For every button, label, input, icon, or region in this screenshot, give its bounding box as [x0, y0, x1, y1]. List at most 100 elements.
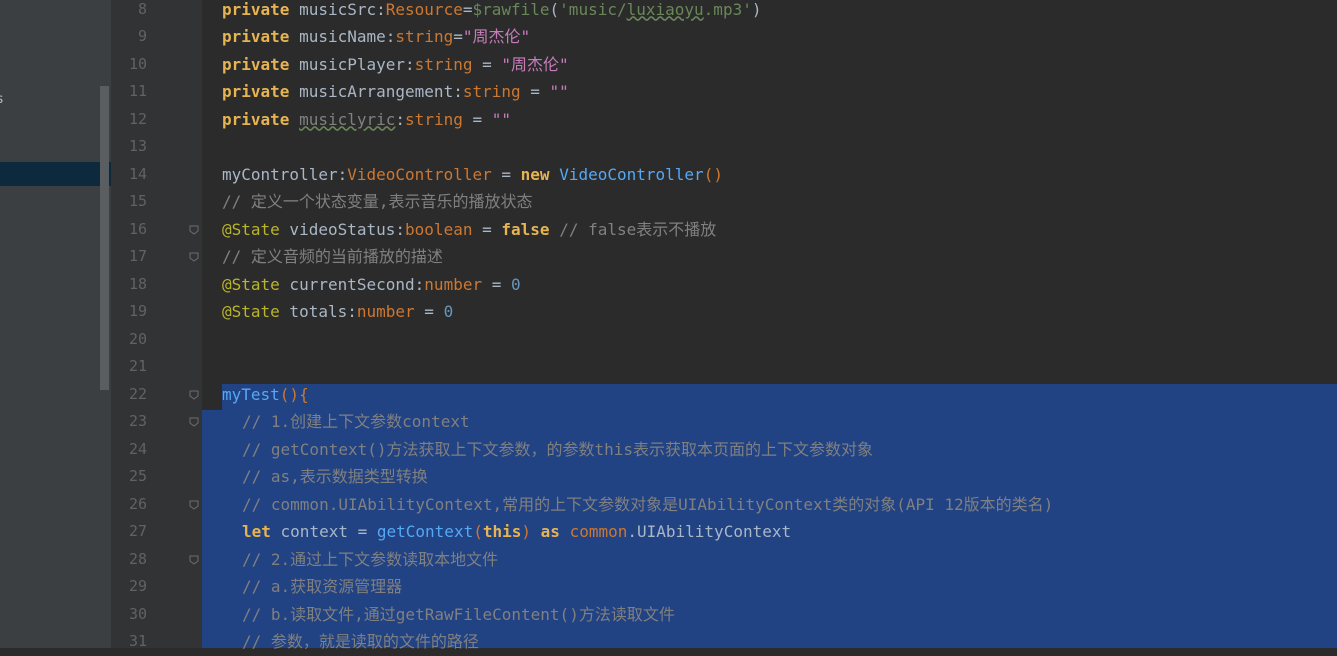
code-token: = [491, 164, 521, 184]
fold-marker-icon[interactable] [189, 555, 199, 565]
code-token: // common.UIAbilityContext,常用的上下文参数对象是UI… [242, 494, 1054, 514]
code-line[interactable]: @State totals:number = 0 [222, 298, 453, 326]
code-token: new [520, 164, 550, 184]
code-token: (){ [279, 384, 309, 404]
code-line[interactable]: private musicSrc:Resource=$rawfile('musi… [222, 0, 761, 23]
code-token: VideoController [559, 164, 704, 184]
code-token: getContext [376, 522, 474, 541]
sidebar-scrollbar[interactable] [100, 86, 109, 390]
line-number: 15 [128, 192, 147, 210]
line-number: 13 [128, 137, 147, 155]
code-token: this [482, 522, 522, 541]
line-number: 9 [137, 27, 147, 45]
code-line[interactable]: private musicArrangement:string = "" [222, 78, 569, 106]
code-line[interactable]: @State videoStatus:boolean = false // fa… [222, 216, 716, 244]
code-token: string [395, 27, 454, 46]
code-token: private [222, 27, 290, 46]
code-token: string [414, 54, 473, 74]
line-number: 10 [128, 54, 147, 73]
code-token: = [414, 302, 444, 321]
code-token: 0 [443, 302, 454, 321]
line-number: 30 [128, 604, 147, 623]
code-line[interactable]: // 定义音频的当前播放的描述 [222, 243, 443, 271]
code-line[interactable]: // a.获取资源管理器 [242, 573, 402, 601]
code-line[interactable]: // common.UIAbilityContext,常用的上下文参数对象是UI… [242, 491, 1053, 519]
code-token: context = [270, 522, 377, 541]
code-token: private [222, 0, 290, 19]
line-number: 23 [128, 412, 147, 430]
code-line[interactable]: private musicName:string="周杰伦" [222, 23, 530, 51]
code-token: string [405, 109, 463, 129]
code-line[interactable]: // as,表示数据类型转换 [242, 463, 428, 491]
code-token: number [356, 302, 415, 321]
code-token: 0 [511, 274, 521, 294]
line-number: 20 [128, 329, 147, 348]
line-number: 18 [128, 274, 147, 293]
fold-marker-icon[interactable] [189, 417, 199, 427]
code-token: = [453, 27, 463, 46]
code-token: "" [549, 82, 569, 101]
line-number: 19 [128, 302, 147, 320]
code-token: false [501, 219, 550, 239]
code-token: // 定义一个状态变量,表示音乐的播放状态 [222, 192, 533, 211]
fold-marker-icon[interactable] [189, 252, 199, 262]
sidebar-selected-row[interactable] [0, 162, 111, 186]
code-token: // 2.通过上下文参数读取本地文件 [242, 549, 499, 569]
code-line[interactable]: myController:VideoController = new Video… [222, 161, 723, 189]
selection-highlight-first-line [222, 383, 1337, 410]
code-token: // as,表示数据类型转换 [242, 467, 428, 486]
code-token: // false表示不播放 [559, 219, 717, 239]
line-number: 27 [128, 522, 147, 540]
code-line[interactable]: myTest(){ [222, 381, 309, 409]
code-token: @State [222, 274, 280, 294]
code-token: luxiaoyu [626, 0, 704, 19]
code-token: common [569, 522, 628, 541]
code-token: musicSrc: [289, 0, 386, 19]
code-token: () [703, 164, 723, 184]
line-number: 31 [128, 632, 147, 650]
line-number: 29 [128, 577, 147, 595]
code-line[interactable]: // getContext()方法获取上下文参数，的参数this表示获取本页面的… [242, 436, 873, 464]
code-token: : [395, 109, 406, 129]
code-line[interactable]: // b.读取文件,通过getRawFileContent()方法读取文件 [242, 601, 675, 629]
code-line[interactable]: private musiclyric:string = "" [222, 106, 511, 134]
fold-marker-icon[interactable] [189, 390, 199, 400]
fold-marker-icon[interactable] [189, 225, 199, 235]
code-token: // 定义音频的当前播放的描述 [222, 247, 443, 266]
code-line[interactable]: // 参数，就是读取的文件的路径 [242, 628, 479, 656]
code-line[interactable]: // 2.通过上下文参数读取本地文件 [242, 546, 498, 574]
code-token: let [242, 522, 271, 541]
code-token: @State [222, 219, 280, 239]
code-token: = [482, 274, 511, 294]
code-token: boolean [405, 219, 473, 239]
code-line[interactable]: let context = getContext(this) as common… [242, 518, 791, 546]
code-token: musicName: [289, 27, 396, 46]
line-number: 28 [128, 549, 147, 568]
code-token: 'music/ [559, 0, 627, 19]
code-line[interactable]: private musicPlayer:string = "周杰伦" [222, 51, 569, 79]
project-sidebar: s [0, 0, 111, 648]
code-line[interactable]: // 定义一个状态变量,表示音乐的播放状态 [222, 188, 533, 216]
code-token: ( [549, 0, 560, 19]
code-token: = [462, 109, 492, 129]
code-line[interactable]: // 1.创建上下文参数context [242, 408, 470, 436]
code-token: private [222, 82, 290, 101]
code-token: musicPlayer: [289, 54, 415, 74]
code-token: videoStatus: [279, 219, 406, 239]
code-token: "周杰伦" [462, 27, 531, 46]
line-number: 22 [128, 384, 147, 403]
code-token: string [462, 82, 521, 101]
code-token: Resource [385, 0, 463, 19]
code-token: .mp3' [703, 0, 752, 19]
line-number: 8 [137, 0, 147, 18]
code-token: "" [491, 109, 512, 129]
code-line[interactable]: @State currentSecond:number = 0 [222, 271, 521, 299]
sidebar-clipped-text: s [0, 92, 4, 107]
code-token: .UIAbilityContext [627, 522, 792, 541]
code-token: ) [521, 522, 532, 541]
fold-marker-icon[interactable] [189, 500, 199, 510]
code-token: = [520, 82, 550, 101]
